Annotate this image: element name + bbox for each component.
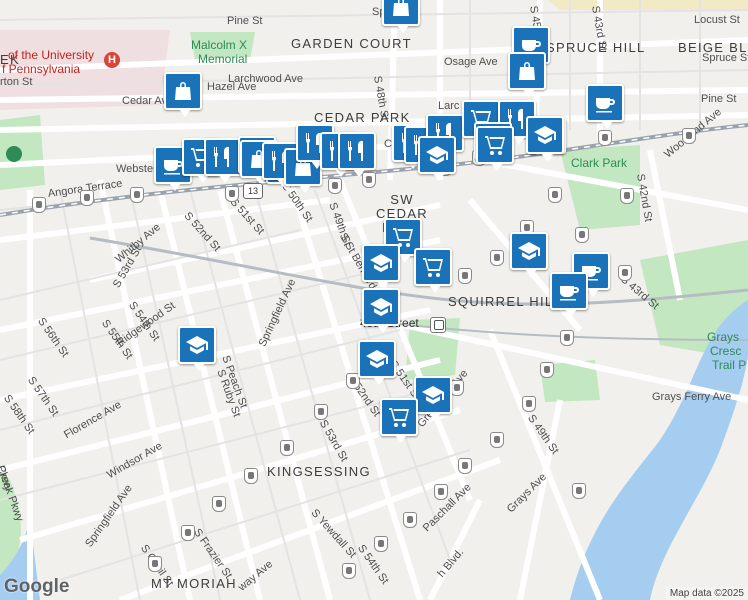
- school-marker-icon[interactable]: [178, 326, 216, 371]
- school-marker-icon[interactable]: [362, 288, 400, 333]
- bus-stop-icon[interactable]: [598, 130, 612, 146]
- bus-stop-icon[interactable]: [450, 380, 464, 396]
- map-attribution[interactable]: Map data ©2025: [665, 587, 748, 600]
- bus-stop-icon[interactable]: [572, 483, 586, 499]
- map-view[interactable]: GARDEN COURT CEDAR PARK SW CEDAR PARK SQ…: [0, 0, 748, 600]
- school-marker-icon[interactable]: [510, 232, 548, 277]
- bus-stop-icon[interactable]: [490, 432, 504, 448]
- bus-stop-icon[interactable]: [148, 556, 162, 572]
- bus-stop-icon[interactable]: [403, 512, 417, 528]
- bus-stop-icon[interactable]: [434, 484, 448, 500]
- food-marker-icon[interactable]: [338, 132, 376, 177]
- cafe-marker-icon[interactable]: [550, 272, 588, 317]
- hospital-icon: H: [104, 52, 120, 68]
- shop-marker-icon[interactable]: [164, 72, 202, 117]
- bus-stop-icon[interactable]: [342, 563, 356, 579]
- bus-stop-icon[interactable]: [225, 186, 239, 202]
- bus-stop-icon[interactable]: [314, 404, 328, 420]
- cafe-marker-icon[interactable]: [586, 84, 624, 129]
- bus-stop-icon[interactable]: [540, 362, 554, 378]
- grocery-marker-icon[interactable]: [380, 398, 418, 443]
- bus-stop-icon[interactable]: [575, 227, 589, 243]
- bus-stop-icon[interactable]: [458, 268, 472, 284]
- google-logo: Google: [4, 576, 70, 597]
- bus-stop-icon[interactable]: [560, 330, 574, 346]
- bus-stop-icon[interactable]: [490, 250, 504, 266]
- shop-marker-icon[interactable]: [382, 0, 420, 33]
- grocery-marker-icon[interactable]: [414, 248, 452, 293]
- bus-stop-icon[interactable]: [80, 190, 94, 206]
- grocery-marker-icon[interactable]: [476, 126, 514, 171]
- park-pin-icon: [6, 146, 22, 162]
- bus-stop-icon[interactable]: [130, 187, 144, 203]
- bus-stop-icon[interactable]: [618, 265, 632, 281]
- school-marker-icon[interactable]: [526, 116, 564, 161]
- school-marker-icon[interactable]: [362, 244, 400, 289]
- bus-stop-icon[interactable]: [212, 496, 226, 512]
- bus-stop-icon[interactable]: [244, 468, 258, 484]
- school-marker-icon[interactable]: [418, 136, 456, 181]
- bus-stop-icon[interactable]: [374, 536, 388, 552]
- bus-stop-icon[interactable]: [620, 188, 634, 204]
- shop-marker-icon[interactable]: [508, 52, 546, 97]
- school-marker-icon[interactable]: [414, 376, 452, 421]
- bus-stop-icon[interactable]: [181, 525, 195, 541]
- school-marker-icon[interactable]: [358, 340, 396, 385]
- bus-stop-icon[interactable]: [548, 187, 562, 203]
- rail-station-icon: [430, 317, 446, 333]
- bus-stop-icon[interactable]: [522, 396, 536, 412]
- bus-stop-icon[interactable]: [458, 458, 472, 474]
- bus-stop-icon[interactable]: [32, 197, 46, 213]
- highway-shield: 13: [243, 183, 263, 199]
- bus-stop-icon[interactable]: [328, 178, 342, 194]
- food-marker-icon[interactable]: [204, 138, 242, 183]
- bus-stop-icon[interactable]: [682, 128, 696, 144]
- bus-stop-icon[interactable]: [280, 440, 294, 456]
